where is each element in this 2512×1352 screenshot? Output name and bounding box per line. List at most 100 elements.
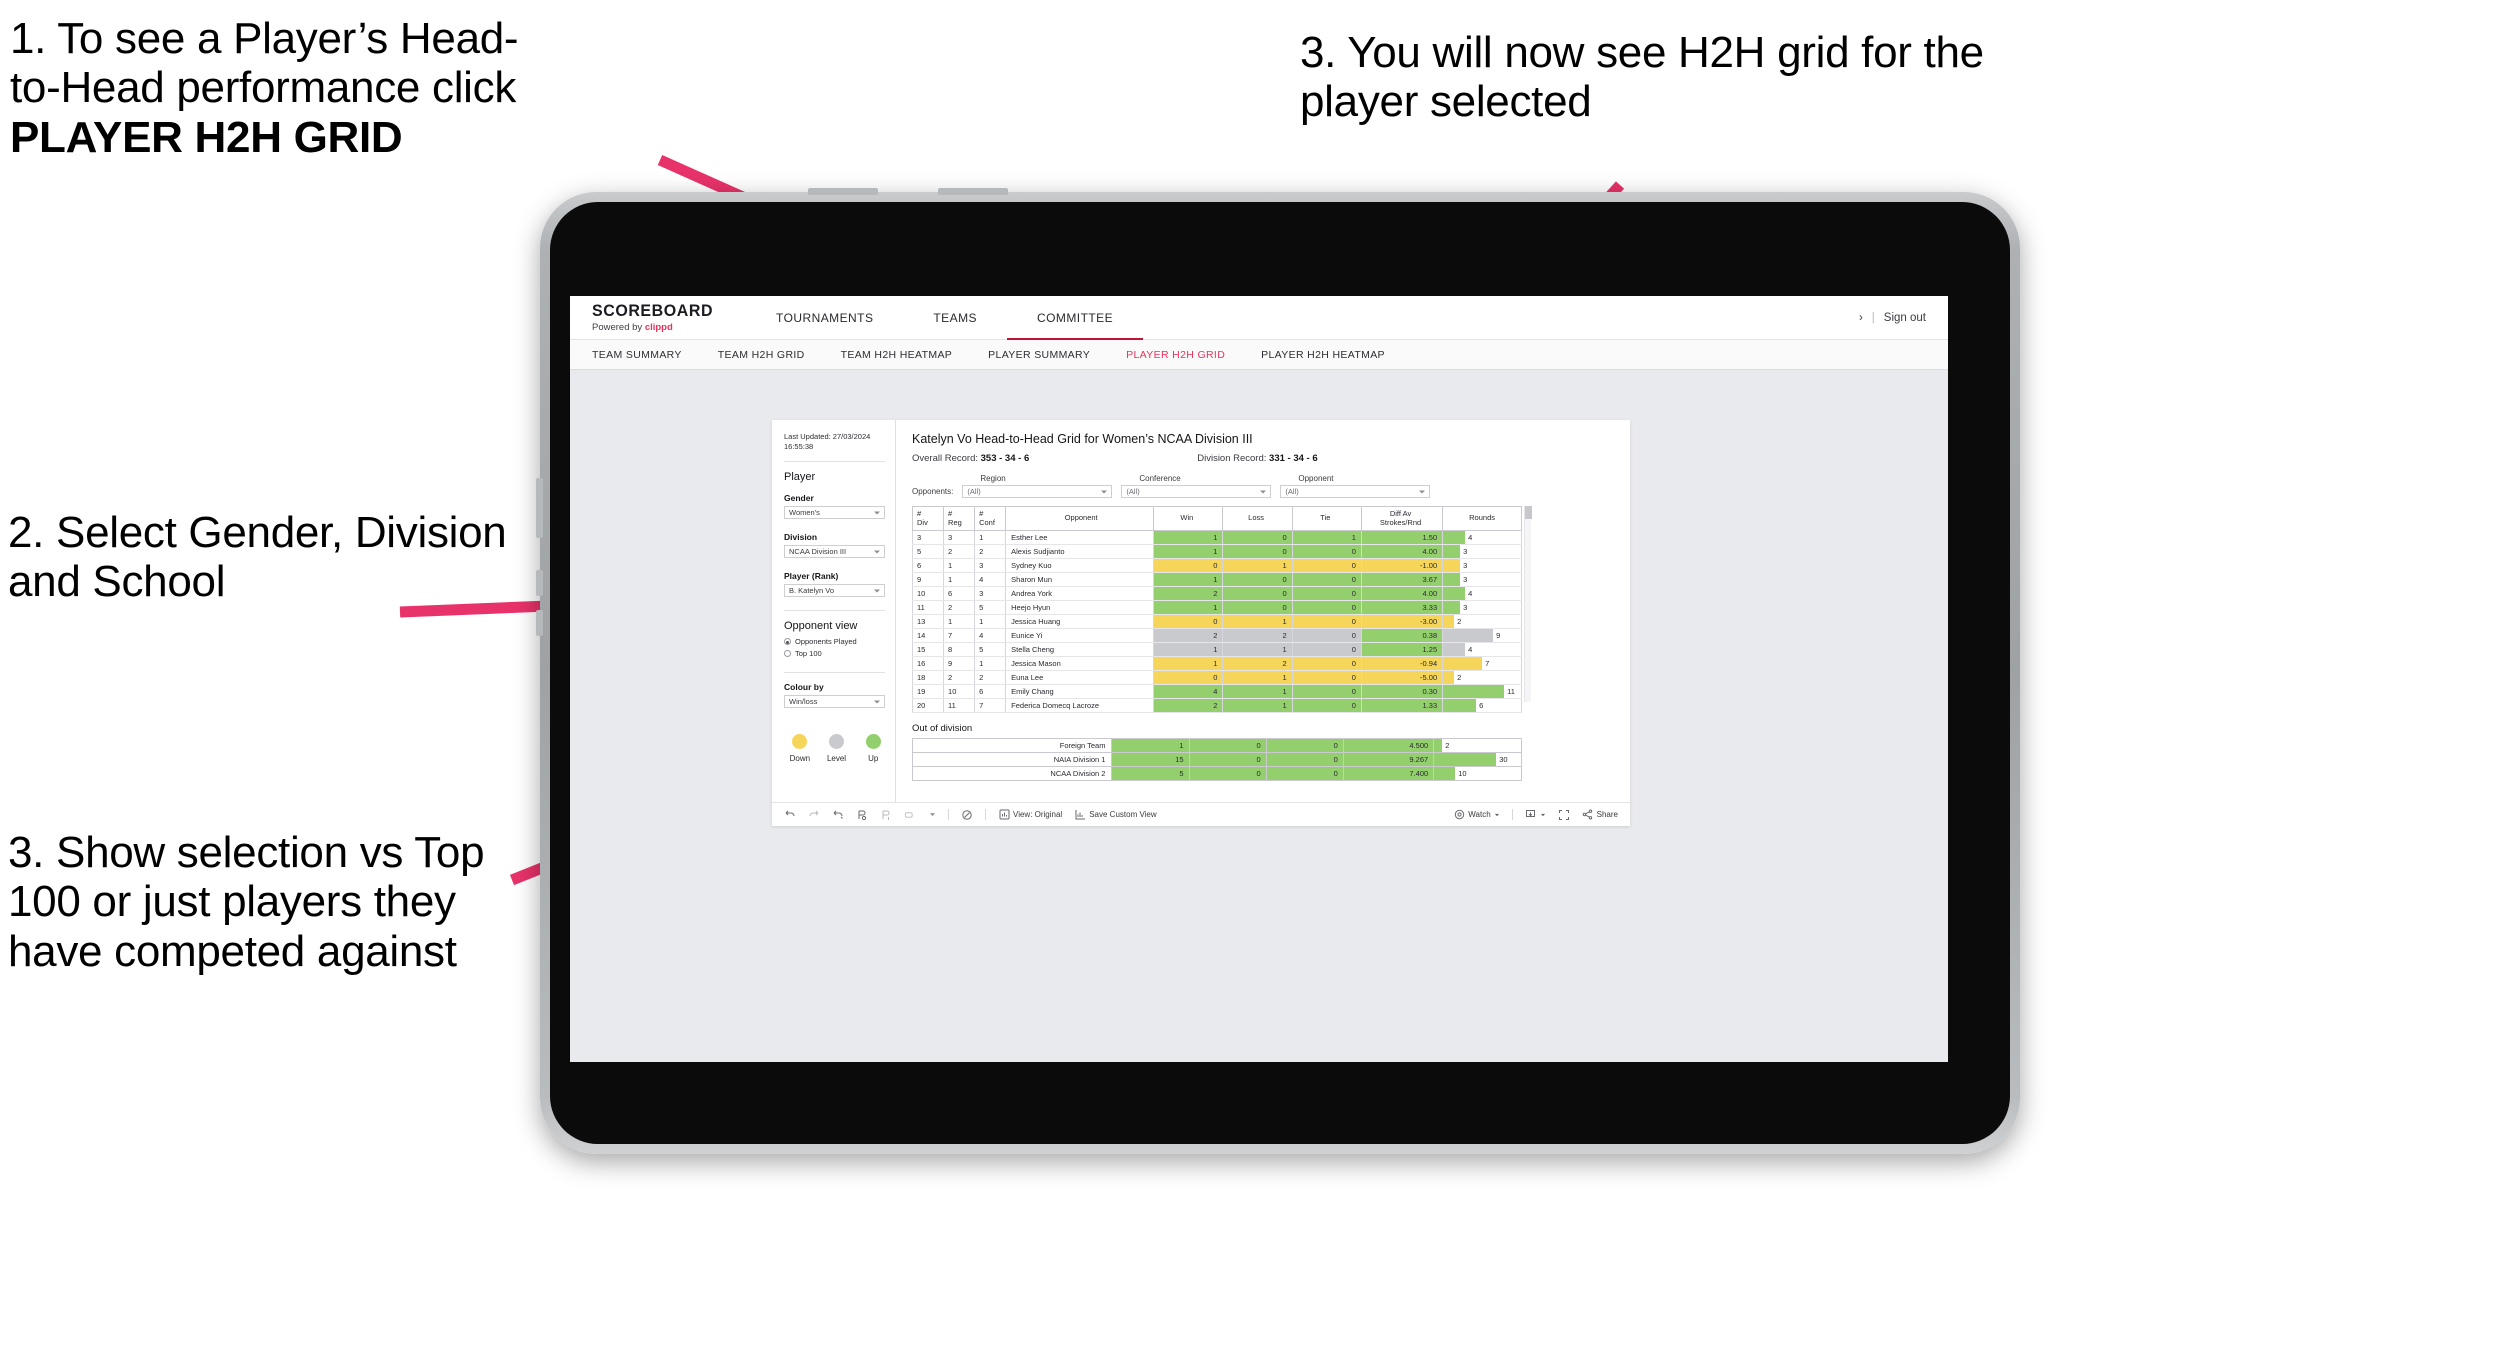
tablet-side-button-3 <box>536 610 543 636</box>
cell-rounds-bar: 2 <box>1442 614 1522 630</box>
table-row[interactable]: 5 2 2 Alexis Sudjianto 1 0 0 4.00 3 <box>911 544 1522 560</box>
table-row[interactable]: 20 11 7 Federica Domecq Lacroze 2 1 0 1.33 6 <box>911 698 1522 714</box>
watch-button[interactable]: Watch <box>1453 809 1499 821</box>
cell: 1 <box>943 572 976 588</box>
division-value: NCAA Division III <box>789 547 847 557</box>
cell: NAIA Division 1 <box>911 752 1113 768</box>
fullscreen-icon[interactable] <box>1558 809 1570 821</box>
overall-record-label: Overall Record: <box>912 453 981 464</box>
cell: Eunice Yi <box>1005 628 1155 644</box>
out-of-division-row[interactable]: NCAA Division 2 5 0 0 7.400 10 <box>911 766 1522 782</box>
refresh-icon[interactable] <box>856 809 868 821</box>
subnav-player-h2h-grid[interactable]: PLAYER H2H GRID <box>1126 349 1225 361</box>
view-icon <box>998 809 1010 821</box>
cell: 2 <box>943 544 976 560</box>
legend-label-down: Down <box>789 754 811 764</box>
cell: Alexis Sudjianto <box>1005 544 1155 560</box>
col-reg: # Reg <box>943 505 976 532</box>
filter-opponent-select[interactable]: (All) <box>1280 485 1431 498</box>
legend-dot-level <box>829 734 844 750</box>
pause-auto-update-icon[interactable] <box>880 809 892 821</box>
radio-top-100[interactable]: Top 100 <box>784 649 885 658</box>
table-row[interactable]: 9 1 4 Sharon Mun 1 0 0 3.67 3 <box>911 572 1522 588</box>
cell: 4 <box>1153 684 1224 700</box>
col-tie: Tie <box>1291 505 1362 532</box>
nav-committee[interactable]: COMMITTEE <box>1007 296 1144 340</box>
table-row[interactable]: 19 10 6 Emily Chang 4 1 0 0.30 11 <box>911 684 1522 700</box>
cell: 2 <box>1153 698 1224 714</box>
nav-teams[interactable]: TEAMS <box>903 296 1007 340</box>
cell: 0 <box>1222 572 1293 588</box>
out-of-division-row[interactable]: NAIA Division 1 15 0 0 9.267 30 <box>911 752 1522 768</box>
share-button[interactable]: Share <box>1582 809 1618 821</box>
brand-logo[interactable]: SCOREBOARD Powered by clippd <box>570 296 720 339</box>
filter-region-select[interactable]: (All) <box>962 485 1113 498</box>
cell: 9 <box>911 572 945 588</box>
table-row[interactable]: 13 1 1 Jessica Huang 0 1 0 -3.00 2 <box>911 614 1522 630</box>
chevron-down-icon <box>1101 490 1108 493</box>
nav-tournaments[interactable]: TOURNAMENTS <box>746 296 903 340</box>
legend-item-down: Down <box>788 734 812 763</box>
h2h-table-wrapper: # Div # Reg # Conf Opponent Win Loss Tie Di… <box>911 505 1618 714</box>
table-row[interactable]: 3 3 1 Esther Lee 1 0 1 1.50 4 <box>911 530 1522 546</box>
chevron-right-icon[interactable]: › <box>1859 312 1863 324</box>
division-select[interactable]: NCAA Division III <box>784 545 885 559</box>
cell: 7.400 <box>1342 766 1435 782</box>
cell: 8 <box>943 642 976 658</box>
subnav-player-h2h-heatmap[interactable]: PLAYER H2H HEATMAP <box>1261 349 1385 361</box>
cell-rounds-bar: 3 <box>1442 600 1522 616</box>
cell: 0 <box>1188 738 1267 754</box>
cell: 0 <box>1291 698 1362 714</box>
page-title: Katelyn Vo Head-to-Head Grid for Women’s… <box>912 432 1253 446</box>
cell: 1 <box>974 530 1007 546</box>
filter-region: Region (All) <box>962 474 1113 498</box>
cell: 1 <box>1291 530 1362 546</box>
table-row[interactable]: 16 9 1 Jessica Mason 1 2 0 -0.94 7 <box>911 656 1522 672</box>
chevron-down-icon[interactable] <box>928 809 936 821</box>
cell: 7 <box>943 628 976 644</box>
opponents-filter-label: Opponents: <box>912 487 954 496</box>
clear-sheet-icon[interactable] <box>961 809 973 821</box>
save-custom-view-button[interactable]: Save Custom View <box>1074 809 1157 821</box>
cell: Federica Domecq Lacroze <box>1005 698 1155 714</box>
subnav-team-h2h-heatmap[interactable]: TEAM H2H HEATMAP <box>841 349 953 361</box>
cell: 0 <box>1222 544 1293 560</box>
subnav-team-summary[interactable]: TEAM SUMMARY <box>592 349 682 361</box>
cell: 0 <box>1291 600 1362 616</box>
chevron-down-icon <box>1540 812 1546 818</box>
subnav-team-h2h-grid[interactable]: TEAM H2H GRID <box>718 349 805 361</box>
table-row[interactable]: 11 2 5 Heejo Hyun 1 0 0 3.33 3 <box>911 600 1522 616</box>
sign-out-link[interactable]: Sign out <box>1884 312 1926 324</box>
table-row[interactable]: 14 7 4 Eunice Yi 2 2 0 0.38 9 <box>911 628 1522 644</box>
cell-rounds-bar: 3 <box>1442 544 1522 560</box>
out-of-division-row[interactable]: Foreign Team 1 0 0 4.500 2 <box>911 738 1522 754</box>
filter-region-value: (All) <box>967 487 981 496</box>
table-scrollbar[interactable] <box>1524 506 1532 702</box>
device-layout-icon[interactable] <box>904 809 916 821</box>
revert-icon[interactable] <box>832 809 844 821</box>
cell: 4 <box>974 628 1007 644</box>
app-screen: SCOREBOARD Powered by clippd TOURNAMENTS… <box>570 296 1948 1062</box>
table-row[interactable]: 10 6 3 Andrea York 2 0 0 4.00 4 <box>911 586 1522 602</box>
player-rank-select[interactable]: B. Katelyn Vo <box>784 584 885 598</box>
cell: -5.00 <box>1360 670 1444 686</box>
radio-opponents-played[interactable]: Opponents Played <box>784 637 885 646</box>
gender-select[interactable]: Women's <box>784 506 885 520</box>
last-updated-line1: Last Updated: 27/03/2024 <box>784 432 871 441</box>
table-row[interactable]: 15 8 5 Stella Cheng 1 1 0 1.25 4 <box>911 642 1522 658</box>
table-row[interactable]: 18 2 2 Euna Lee 0 1 0 -5.00 2 <box>911 670 1522 686</box>
subnav-player-summary[interactable]: PLAYER SUMMARY <box>988 349 1090 361</box>
cell: 18 <box>911 670 945 686</box>
download-button[interactable] <box>1525 809 1546 821</box>
table-row[interactable]: 6 1 3 Sydney Kuo 0 1 0 -1.00 3 <box>911 558 1522 574</box>
filter-conference: Conference (All) <box>1121 474 1272 498</box>
redo-icon[interactable] <box>808 809 820 821</box>
watch-label: Watch <box>1468 810 1491 819</box>
view-original-button[interactable]: View: Original <box>998 809 1062 821</box>
filter-conference-select[interactable]: (All) <box>1121 485 1272 498</box>
out-of-division-title: Out of division <box>912 723 973 735</box>
scrollbar-thumb[interactable] <box>1525 506 1532 519</box>
colour-by-select[interactable]: Win/loss <box>784 695 885 709</box>
undo-icon[interactable] <box>784 809 796 821</box>
cell: 1 <box>1153 642 1224 658</box>
